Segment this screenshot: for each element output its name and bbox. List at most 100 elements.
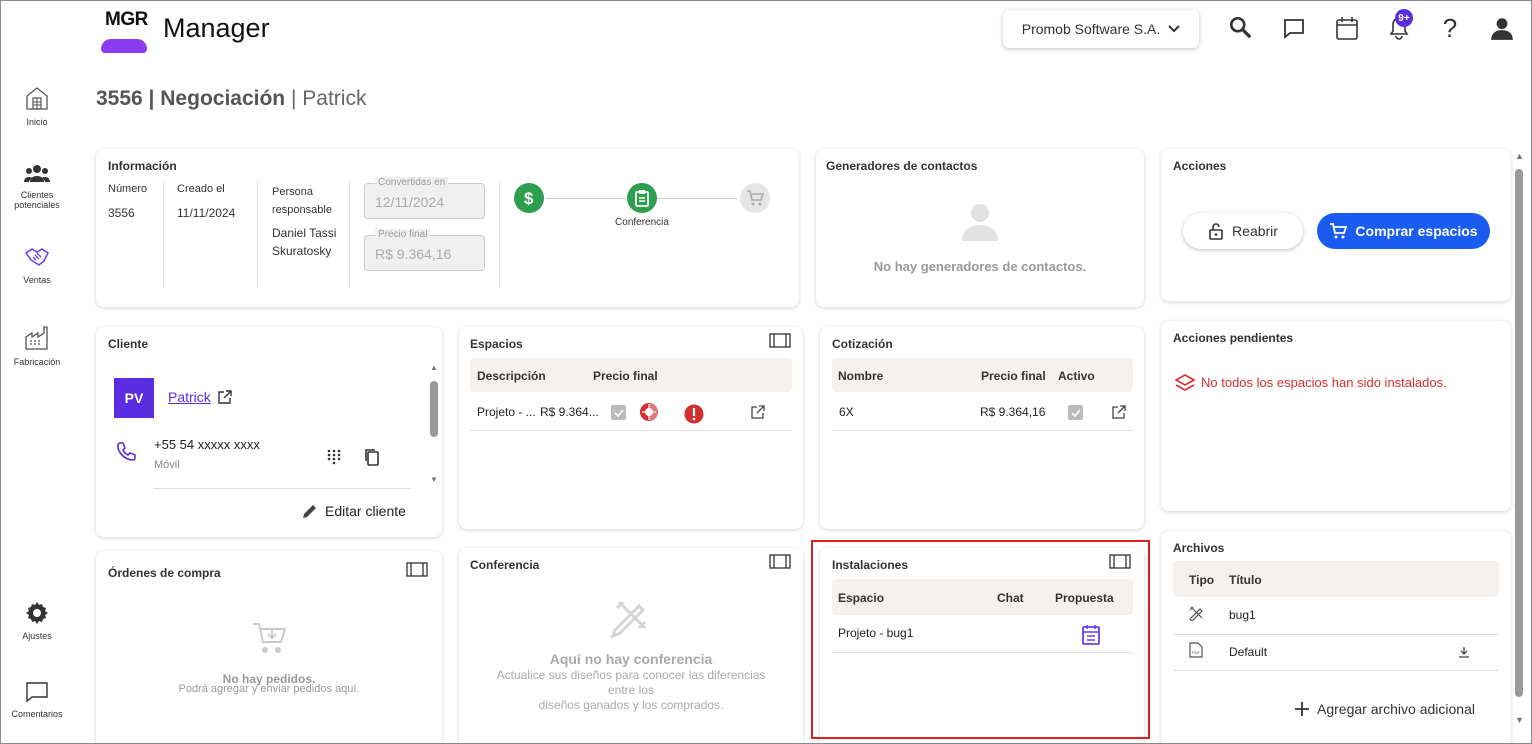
sidebar-item-label: Comentarios — [11, 709, 63, 719]
creado-label: Creado el — [177, 183, 225, 195]
pendientes-title: Acciones pendientes — [1173, 331, 1294, 345]
scrollbar[interactable]: ▲ ▼ — [430, 363, 438, 489]
scroll-thumb[interactable] — [1515, 169, 1523, 697]
ordenes-empty-sub: Podrá agregar y enviar pedidos aquí. — [178, 683, 360, 695]
company-selector[interactable]: Promob Software S.A. — [1003, 10, 1199, 48]
cotizacion-header: Nombre Precio final Activo — [832, 358, 1133, 392]
cart-icon — [747, 190, 764, 206]
col-titulo: Título — [1229, 573, 1262, 587]
agregar-archivo-button[interactable]: Agregar archivo adicional — [1295, 701, 1475, 717]
comprar-label: Comprar espacios — [1355, 223, 1478, 239]
conferencia-empty-line1: Actualice sus diseños para conocer las d… — [496, 668, 766, 682]
gear-icon — [26, 602, 48, 624]
espacio-desc: Projeto - ... — [477, 405, 536, 419]
logo-text: MGR — [105, 9, 148, 30]
numero-value: 3556 — [108, 206, 135, 220]
calendar-button[interactable] — [1333, 13, 1361, 43]
open-icon[interactable] — [1112, 405, 1126, 419]
svg-text:PDF: PDF — [1192, 650, 1201, 655]
archivo-title[interactable]: Default — [1229, 645, 1267, 659]
scroll-down-icon: ▼ — [430, 475, 438, 484]
reabrir-button[interactable]: Reabrir — [1183, 213, 1303, 249]
activo-checkbox[interactable] — [1068, 405, 1083, 420]
unlock-icon — [1209, 223, 1223, 240]
col-descripcion: Descripción — [477, 369, 546, 383]
cliente-link[interactable]: Patrick — [168, 389, 233, 405]
espacio-checkbox[interactable] — [611, 405, 626, 420]
sidebar-item-clientes[interactable]: Clientes potenciales — [1, 164, 73, 210]
espacios-card: Espacios Descripción Precio final Projet… — [459, 327, 803, 529]
handshake-icon — [24, 248, 49, 266]
espacios-header: Descripción Precio final — [470, 358, 792, 392]
svg-text:$: $ — [524, 189, 534, 207]
dialpad-icon[interactable] — [327, 449, 341, 465]
pencil-icon — [303, 505, 316, 518]
sidebar-item-comentarios[interactable]: Comentarios — [1, 681, 73, 719]
divider — [257, 181, 258, 288]
logo[interactable]: MGR — [99, 5, 149, 55]
col-precio: Precio final — [593, 369, 658, 383]
download-icon[interactable] — [1458, 646, 1470, 658]
app-title: Manager — [163, 13, 270, 43]
responsable-value: Daniel Tassi Skuratosky — [272, 226, 337, 258]
editar-cliente-button[interactable]: Editar cliente — [301, 502, 406, 520]
open-icon[interactable] — [751, 405, 765, 419]
expand-panel-icon[interactable] — [769, 333, 791, 348]
deal-stage: Negociación — [160, 87, 286, 110]
sidebar-item-label: Clientes potenciales — [14, 190, 60, 210]
chat-button[interactable] — [1280, 13, 1308, 43]
sidebar-item-ajustes[interactable]: Ajustes — [1, 601, 73, 641]
home-icon — [26, 87, 48, 110]
archivos-header: Tipo Título — [1173, 561, 1499, 597]
sidebar-item-inicio[interactable]: Inicio — [1, 85, 73, 127]
ordenes-card: Órdenes de compra No hay pedidos. Podrá … — [96, 551, 442, 743]
step-label: Conferencia — [615, 217, 669, 228]
step-conferencia[interactable] — [627, 183, 657, 213]
archivos-card: Archivos Tipo Título bug1 PDF Default Ag… — [1161, 531, 1511, 743]
profile-button[interactable] — [1488, 13, 1516, 43]
agregar-archivo-label: Agregar archivo adicional — [1317, 701, 1475, 717]
step-negociacion[interactable]: $ — [514, 183, 544, 213]
help-button[interactable]: ? — [1436, 13, 1464, 43]
user-placeholder-icon — [962, 204, 998, 241]
editar-cliente-label: Editar cliente — [325, 503, 406, 519]
divider — [832, 430, 1133, 431]
expand-panel-icon[interactable] — [406, 562, 428, 577]
chevron-down-icon — [1168, 25, 1180, 33]
calendar-icon — [1336, 17, 1358, 40]
cotizacion-title: Cotización — [832, 337, 893, 351]
conferencia-empty-text: Actualice sus diseños para conocer las d… — [459, 668, 803, 713]
clipboard-icon — [635, 190, 649, 207]
divider — [163, 181, 164, 288]
external-link-icon — [218, 390, 232, 404]
convertidas-label: Convertidas en — [375, 177, 449, 188]
check-icon — [1070, 408, 1081, 417]
scroll-thumb[interactable] — [430, 381, 438, 437]
info-title: Información — [108, 159, 177, 173]
precio-label: Precio final — [375, 229, 431, 240]
numero-label: Número — [108, 183, 148, 195]
cart-placeholder-icon — [253, 623, 287, 653]
error-icon[interactable] — [684, 404, 704, 424]
search-button[interactable] — [1227, 13, 1255, 43]
divider — [1173, 634, 1499, 635]
pendientes-message: No todos los espacios han sido instalado… — [1201, 375, 1447, 390]
page-scrollbar[interactable]: ▲ ▼ — [1513, 151, 1525, 731]
archivo-title[interactable]: bug1 — [1229, 608, 1256, 622]
render-icon[interactable] — [638, 400, 660, 424]
cart-icon — [1330, 223, 1348, 239]
phone-type: Móvil — [154, 459, 180, 471]
step-compra[interactable] — [740, 183, 770, 213]
expand-panel-icon[interactable] — [769, 554, 791, 569]
cotizacion-price: R$ 9.364,16 — [980, 405, 1046, 419]
comprar-espacios-button[interactable]: Comprar espacios — [1317, 213, 1490, 249]
chat-icon — [1284, 19, 1304, 39]
copy-icon[interactable] — [364, 448, 380, 466]
espacio-precio: R$ 9.364... — [540, 405, 599, 419]
generadores-title: Generadores de contactos — [826, 159, 978, 173]
conferencia-empty-line3: diseños ganados y los comprados. — [538, 698, 724, 712]
divider — [153, 488, 411, 489]
sidebar-item-ventas[interactable]: Ventas — [1, 245, 73, 285]
sidebar-item-fabricacion[interactable]: Fabricación — [1, 325, 73, 367]
col-nombre: Nombre — [838, 369, 884, 383]
